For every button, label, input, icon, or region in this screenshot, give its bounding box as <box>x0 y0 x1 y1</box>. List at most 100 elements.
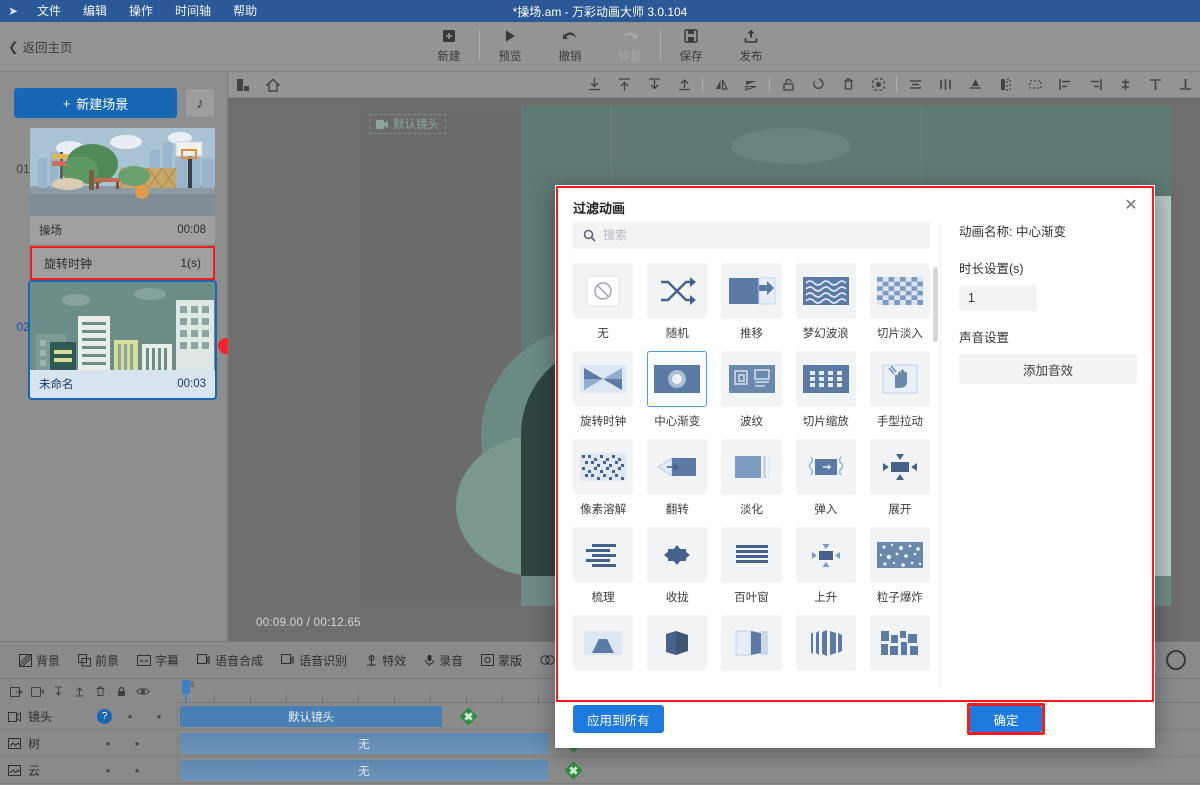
animation-item-comb[interactable]: 梳理 <box>573 527 633 605</box>
lock-icon[interactable] <box>773 72 803 98</box>
music-note-icon[interactable]: ♪ <box>185 88 215 118</box>
close-icon[interactable]: ✕ <box>1121 195 1141 215</box>
animation-item-slice-zoom[interactable]: 切片缩放 <box>796 351 856 429</box>
send-down-icon[interactable] <box>639 72 669 98</box>
import-icon[interactable] <box>6 679 27 703</box>
animation-grid-scroll[interactable]: 无 随机 推移 <box>573 263 930 690</box>
animation-item-book-fold[interactable] <box>721 615 781 677</box>
row-toggle-a[interactable]: • <box>97 737 119 750</box>
crop-icon[interactable] <box>1020 72 1050 98</box>
animation-item-blinds[interactable]: 百叶窗 <box>721 527 781 605</box>
trash-icon[interactable] <box>90 679 111 703</box>
search-input[interactable] <box>603 228 920 242</box>
confirm-button[interactable]: 确定 <box>970 706 1042 732</box>
apply-to-all-button[interactable]: 应用到所有 <box>573 705 664 733</box>
feature-speech-recognition[interactable]: 语音识别 <box>272 652 356 669</box>
align-top-icon[interactable] <box>1140 72 1170 98</box>
animation-item-push[interactable]: 推移 <box>721 263 781 341</box>
scene-card-01[interactable]: 操场 00:08 <box>30 128 215 244</box>
align-top-edge-icon[interactable] <box>609 72 639 98</box>
align-right-icon[interactable] <box>1080 72 1110 98</box>
search-box[interactable] <box>573 221 930 249</box>
menu-item-operate[interactable]: 操作 <box>118 0 164 22</box>
keyframe-marker[interactable] <box>564 761 582 779</box>
timeline-clip-tree[interactable]: 无 <box>180 733 548 754</box>
eye-icon[interactable] <box>132 679 153 703</box>
help-icon[interactable]: ? <box>97 709 112 724</box>
menu-item-timeline[interactable]: 时间轴 <box>164 0 222 22</box>
row-toggle-b[interactable]: • <box>126 737 148 750</box>
playhead[interactable] <box>182 680 192 702</box>
align-middle-icon[interactable] <box>960 72 990 98</box>
move-down-icon[interactable] <box>48 679 69 703</box>
animation-item-flip[interactable]: 翻转 <box>647 439 707 517</box>
split-icon[interactable] <box>990 72 1020 98</box>
bring-up-icon[interactable] <box>669 72 699 98</box>
flip-horizontal-icon[interactable] <box>706 72 736 98</box>
animation-item-rise[interactable]: 上升 <box>796 527 856 605</box>
zoom-knob-icon[interactable] <box>1166 650 1186 670</box>
delete-icon[interactable] <box>833 72 863 98</box>
animation-item-cube[interactable] <box>647 615 707 677</box>
feature-mask[interactable]: 蒙版 <box>472 652 531 669</box>
animation-item-expand[interactable]: 展开 <box>870 439 930 517</box>
save-button[interactable]: 保存 <box>661 26 721 64</box>
new-button[interactable]: 新建 <box>419 26 479 64</box>
add-sound-effect-button[interactable]: 添加音效 <box>959 354 1137 384</box>
lock-icon[interactable] <box>111 679 132 703</box>
row-toggle-b[interactable]: • <box>126 764 148 777</box>
animation-item-dream-wave[interactable]: 梦幻波浪 <box>796 263 856 341</box>
animation-item-slice-fade-in[interactable]: 切片淡入 <box>870 263 930 341</box>
transition-item[interactable]: 旋转时钟 1(s) <box>30 246 215 280</box>
ruler-icon[interactable] <box>228 72 258 98</box>
feature-background[interactable]: 背景 <box>10 652 69 669</box>
animation-item-rotate-clock[interactable]: 旋转时钟 <box>573 351 633 429</box>
scene-card-02[interactable]: 未命名 00:03 <box>30 282 215 398</box>
timeline-clip-cloud[interactable]: 无 <box>180 760 548 781</box>
row-toggle-a[interactable]: • <box>119 710 141 723</box>
feature-foreground[interactable]: 前景 <box>69 652 128 669</box>
feature-record[interactable]: 录音 <box>415 652 472 669</box>
group-icon[interactable] <box>863 72 893 98</box>
new-scene-button[interactable]: + 新建场景 <box>14 88 177 118</box>
flip-vertical-icon[interactable] <box>736 72 766 98</box>
animation-item-random[interactable]: 随机 <box>647 263 707 341</box>
feature-subtitle[interactable]: 字幕 <box>128 652 188 669</box>
undo-button[interactable]: 撤销 <box>540 26 600 64</box>
animation-item-accordion[interactable] <box>796 615 856 677</box>
grid-scrollbar[interactable] <box>933 267 938 342</box>
export-icon[interactable] <box>27 679 48 703</box>
home-icon[interactable] <box>258 72 288 98</box>
align-bottom-icon[interactable] <box>1170 72 1200 98</box>
animation-item-collapse[interactable]: 收拢 <box>647 527 707 605</box>
animation-item-hand-drag[interactable]: 手型拉动 <box>870 351 930 429</box>
distribute-horizontal-icon[interactable] <box>930 72 960 98</box>
align-center-icon[interactable] <box>900 72 930 98</box>
rotate-icon[interactable] <box>803 72 833 98</box>
timeline-clip-camera[interactable]: 默认镜头 <box>180 706 442 727</box>
keyframe-marker[interactable] <box>459 707 477 725</box>
row-toggle-a[interactable]: • <box>97 764 119 777</box>
menu-item-file[interactable]: 文件 <box>26 0 72 22</box>
animation-item-mosaic[interactable] <box>870 615 930 677</box>
animation-item-particle-burst[interactable]: 粒子爆炸 <box>870 527 930 605</box>
row-toggle-b[interactable]: • <box>148 710 170 723</box>
menu-item-edit[interactable]: 编辑 <box>72 0 118 22</box>
align-bottom-edge-icon[interactable] <box>579 72 609 98</box>
animation-item-center-gradient[interactable]: 中心渐变 <box>647 351 707 429</box>
animation-item-ripple[interactable]: 波纹 <box>721 351 781 429</box>
animation-item-bounce-in[interactable]: 弹入 <box>796 439 856 517</box>
redo-button[interactable]: 恢复 <box>600 26 660 64</box>
animation-item-none[interactable]: 无 <box>573 263 633 341</box>
move-up-icon[interactable] <box>69 679 90 703</box>
animation-item-trapezoid[interactable] <box>573 615 633 677</box>
animation-item-pixel-dissolve[interactable]: 像素溶解 <box>573 439 633 517</box>
feature-tts[interactable]: 语音合成 <box>188 652 272 669</box>
distribute-vertical-icon[interactable] <box>1110 72 1140 98</box>
animation-item-fade[interactable]: 淡化 <box>721 439 781 517</box>
feature-effects[interactable]: 特效 <box>356 652 415 669</box>
publish-button[interactable]: 发布 <box>721 26 781 64</box>
menu-item-help[interactable]: 帮助 <box>222 0 268 22</box>
align-left-icon[interactable] <box>1050 72 1080 98</box>
preview-button[interactable]: 预览 <box>480 26 540 64</box>
